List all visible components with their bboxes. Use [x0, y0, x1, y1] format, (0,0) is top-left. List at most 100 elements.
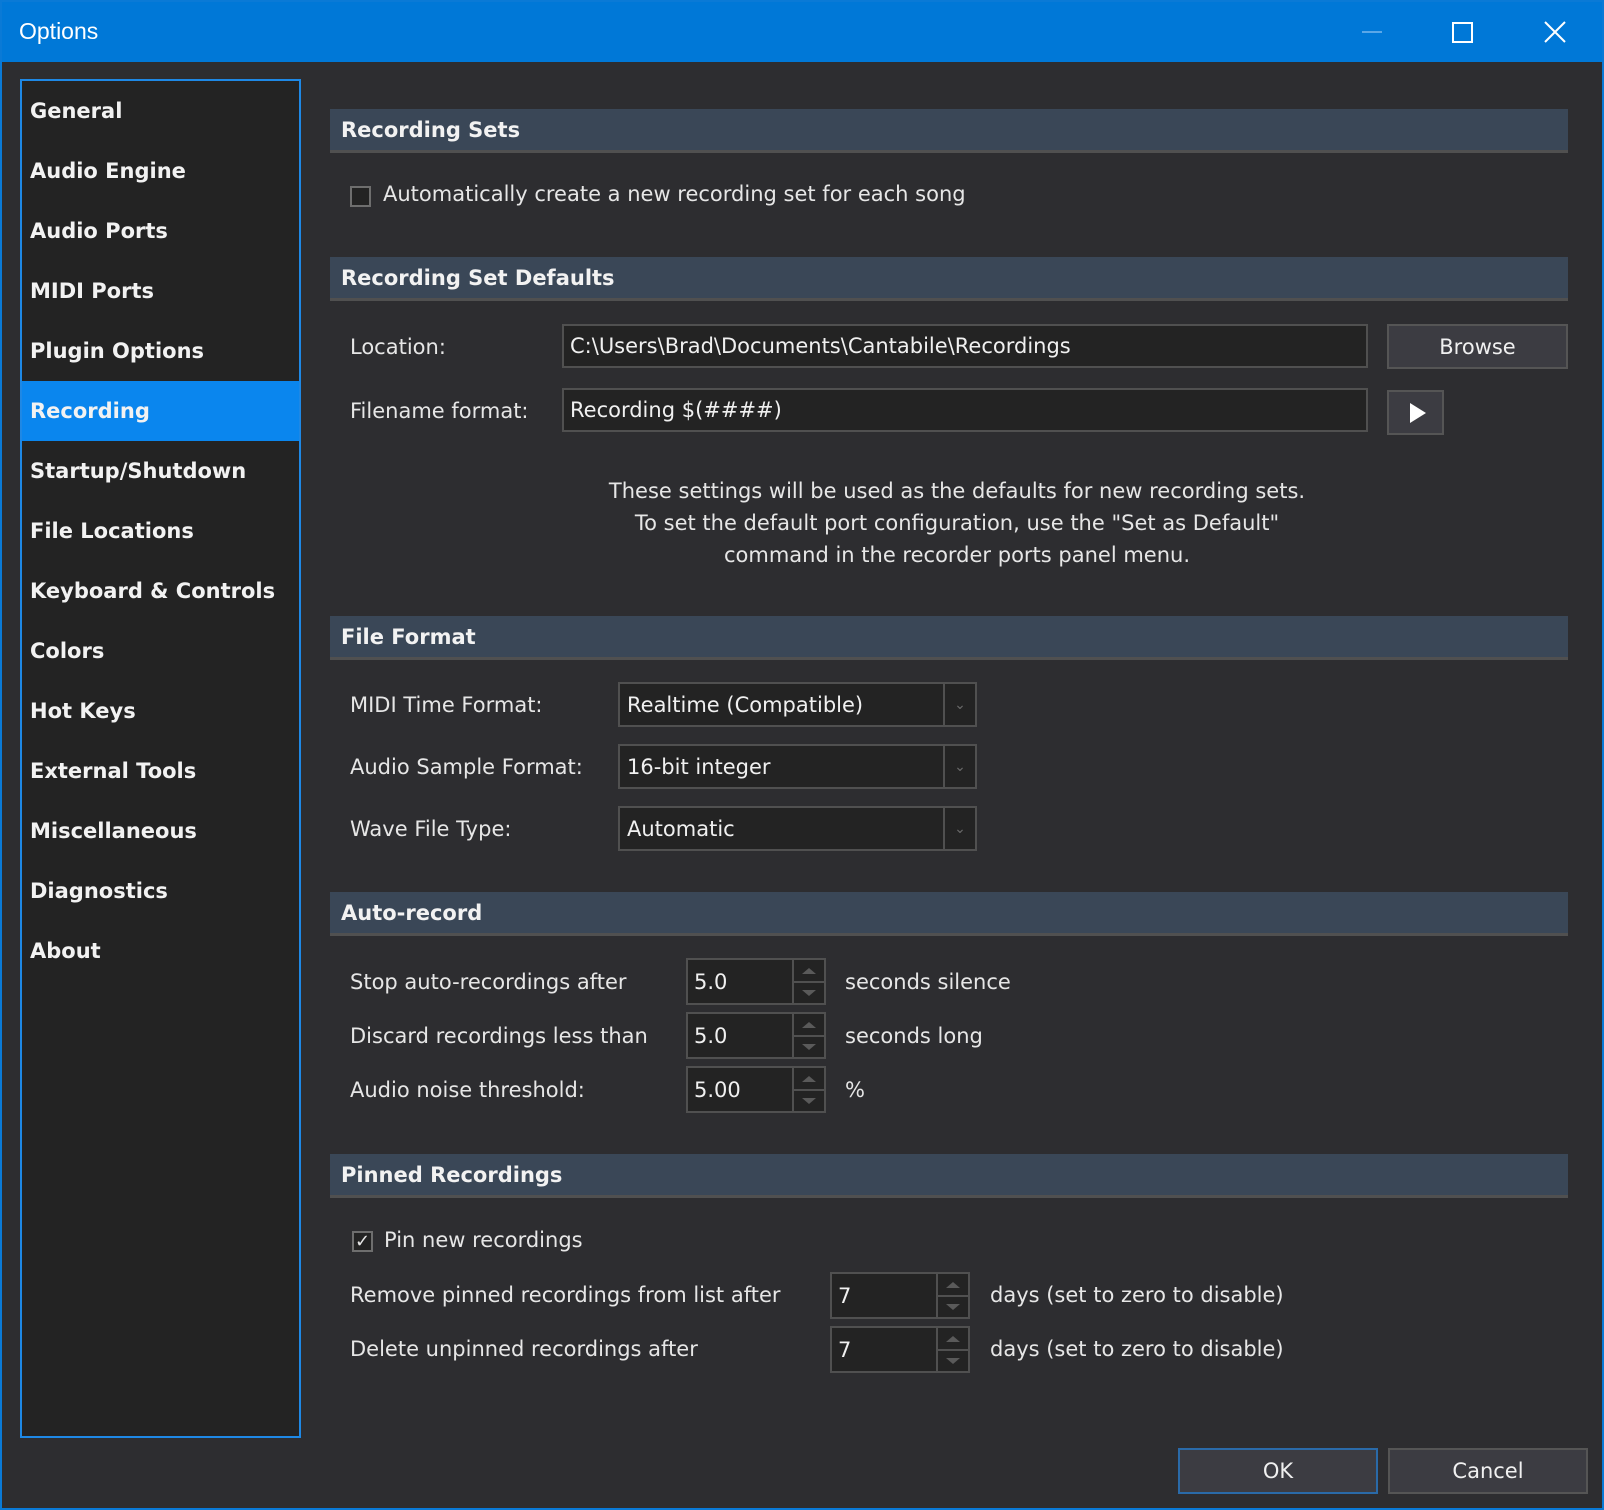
location-label: Location: — [350, 335, 446, 359]
delete-unpinned-unit: days (set to zero to disable) — [990, 1337, 1284, 1361]
cancel-button[interactable]: Cancel — [1388, 1448, 1588, 1494]
sidebar-item-miscellaneous[interactable]: Miscellaneous — [22, 801, 299, 861]
increment-button[interactable] — [794, 1068, 824, 1091]
recording-sets-header: Recording Sets — [330, 109, 1568, 153]
maximize-button[interactable] — [1417, 2, 1507, 62]
wave-file-type-label: Wave File Type: — [350, 817, 512, 841]
stepper-buttons — [936, 1274, 968, 1317]
wave-file-type-value: Automatic — [627, 816, 735, 841]
location-input[interactable]: C:\Users\Brad\Documents\Cantabile\Record… — [562, 324, 1368, 368]
wave-file-type-select[interactable]: Automatic ⌄ — [618, 806, 977, 851]
sidebar-item-plugin-options[interactable]: Plugin Options — [22, 321, 299, 381]
arrow-down-icon — [802, 989, 816, 996]
sidebar-item-colors[interactable]: Colors — [22, 621, 299, 681]
checkmark-icon: ✓ — [354, 1230, 371, 1252]
file-format-header: File Format — [330, 616, 1568, 660]
window-title: Options — [19, 18, 99, 44]
noise-threshold-label: Audio noise threshold: — [350, 1078, 585, 1102]
info-line: These settings will be used as the defau… — [608, 479, 1306, 503]
remove-pinned-label: Remove pinned recordings from list after — [350, 1283, 781, 1307]
arrow-up-icon — [802, 1021, 816, 1028]
arrow-up-icon — [946, 1335, 960, 1342]
decrement-button[interactable] — [794, 982, 824, 1003]
audio-sample-format-label: Audio Sample Format: — [350, 755, 583, 779]
auto-create-set-checkbox[interactable] — [350, 186, 371, 207]
decrement-button[interactable] — [794, 1090, 824, 1111]
sidebar-item-startup-shutdown[interactable]: Startup/Shutdown — [22, 441, 299, 501]
filename-format-label: Filename format: — [350, 399, 529, 423]
pin-new-recordings-checkbox[interactable]: ✓ — [352, 1231, 373, 1252]
noise-threshold-stepper[interactable]: 5.00 — [686, 1066, 826, 1113]
play-icon — [1409, 402, 1426, 423]
noise-threshold-unit: % — [845, 1078, 865, 1102]
midi-time-format-select[interactable]: Realtime (Compatible) ⌄ — [618, 682, 977, 727]
stepper-buttons — [792, 960, 824, 1003]
audio-sample-format-select[interactable]: 16-bit integer ⌄ — [618, 744, 977, 789]
pin-new-recordings-label: Pin new recordings — [384, 1228, 583, 1252]
arrow-up-icon — [802, 1075, 816, 1082]
decrement-button[interactable] — [794, 1036, 824, 1057]
minimize-button[interactable] — [1327, 2, 1417, 62]
sidebar-item-external-tools[interactable]: External Tools — [22, 741, 299, 801]
auto-create-set-label: Automatically create a new recording set… — [383, 182, 966, 206]
sidebar-item-audio-ports[interactable]: Audio Ports — [22, 201, 299, 261]
remove-pinned-value[interactable]: 7 — [838, 1274, 851, 1317]
decrement-button[interactable] — [938, 1350, 968, 1371]
increment-button[interactable] — [794, 960, 824, 983]
discard-recordings-label: Discard recordings less than — [350, 1024, 648, 1048]
chevron-down-icon[interactable]: ⌄ — [943, 746, 975, 787]
sidebar-item-hot-keys[interactable]: Hot Keys — [22, 681, 299, 741]
sidebar-item-recording[interactable]: Recording — [22, 381, 299, 441]
chevron-down-icon[interactable]: ⌄ — [943, 684, 975, 725]
options-sidebar: General Audio Engine Audio Ports MIDI Po… — [20, 79, 301, 1438]
stepper-buttons — [792, 1068, 824, 1111]
ok-button[interactable]: OK — [1178, 1448, 1378, 1494]
discard-recordings-value[interactable]: 5.0 — [694, 1014, 727, 1057]
arrow-down-icon — [946, 1303, 960, 1310]
sidebar-item-file-locations[interactable]: File Locations — [22, 501, 299, 561]
pinned-recordings-header: Pinned Recordings — [330, 1154, 1568, 1198]
sidebar-item-general[interactable]: General — [22, 81, 299, 141]
increment-button[interactable] — [794, 1014, 824, 1037]
info-line: command in the recorder ports panel menu… — [723, 543, 1191, 567]
sidebar-item-keyboard-controls[interactable]: Keyboard & Controls — [22, 561, 299, 621]
delete-unpinned-stepper[interactable]: 7 — [830, 1326, 970, 1373]
filename-format-input[interactable]: Recording $(####) — [562, 388, 1368, 432]
defaults-info-text: These settings will be used as the defau… — [562, 475, 1352, 571]
increment-button[interactable] — [938, 1328, 968, 1351]
browse-button[interactable]: Browse — [1387, 324, 1568, 369]
discard-recordings-stepper[interactable]: 5.0 — [686, 1012, 826, 1059]
close-icon — [1544, 21, 1566, 43]
arrow-down-icon — [946, 1357, 960, 1364]
arrow-down-icon — [802, 1043, 816, 1050]
stop-auto-recordings-stepper[interactable]: 5.0 — [686, 958, 826, 1005]
remove-pinned-stepper[interactable]: 7 — [830, 1272, 970, 1319]
sidebar-item-about[interactable]: About — [22, 921, 299, 981]
minimize-icon — [1362, 31, 1382, 33]
auto-record-header: Auto-record — [330, 892, 1568, 936]
stepper-buttons — [936, 1328, 968, 1371]
info-line: To set the default port configuration, u… — [634, 511, 1280, 535]
maximize-icon — [1451, 21, 1473, 43]
arrow-down-icon — [802, 1097, 816, 1104]
close-button[interactable] — [1510, 2, 1600, 62]
filename-format-menu-button[interactable] — [1387, 390, 1444, 435]
noise-threshold-value[interactable]: 5.00 — [694, 1068, 741, 1111]
audio-sample-format-value: 16-bit integer — [627, 754, 771, 779]
title-bar[interactable]: Options — [2, 2, 1602, 62]
sidebar-item-diagnostics[interactable]: Diagnostics — [22, 861, 299, 921]
delete-unpinned-value[interactable]: 7 — [838, 1328, 851, 1371]
sidebar-item-audio-engine[interactable]: Audio Engine — [22, 141, 299, 201]
stop-auto-recordings-value[interactable]: 5.0 — [694, 960, 727, 1003]
arrow-up-icon — [946, 1281, 960, 1288]
options-window: Options General Audio Engine Audio Ports… — [0, 0, 1604, 1510]
recording-set-defaults-header: Recording Set Defaults — [330, 257, 1568, 301]
increment-button[interactable] — [938, 1274, 968, 1297]
chevron-down-icon[interactable]: ⌄ — [943, 808, 975, 849]
decrement-button[interactable] — [938, 1296, 968, 1317]
sidebar-item-midi-ports[interactable]: MIDI Ports — [22, 261, 299, 321]
arrow-up-icon — [802, 967, 816, 974]
midi-time-format-label: MIDI Time Format: — [350, 693, 543, 717]
midi-time-format-value: Realtime (Compatible) — [627, 692, 864, 717]
delete-unpinned-label: Delete unpinned recordings after — [350, 1337, 698, 1361]
